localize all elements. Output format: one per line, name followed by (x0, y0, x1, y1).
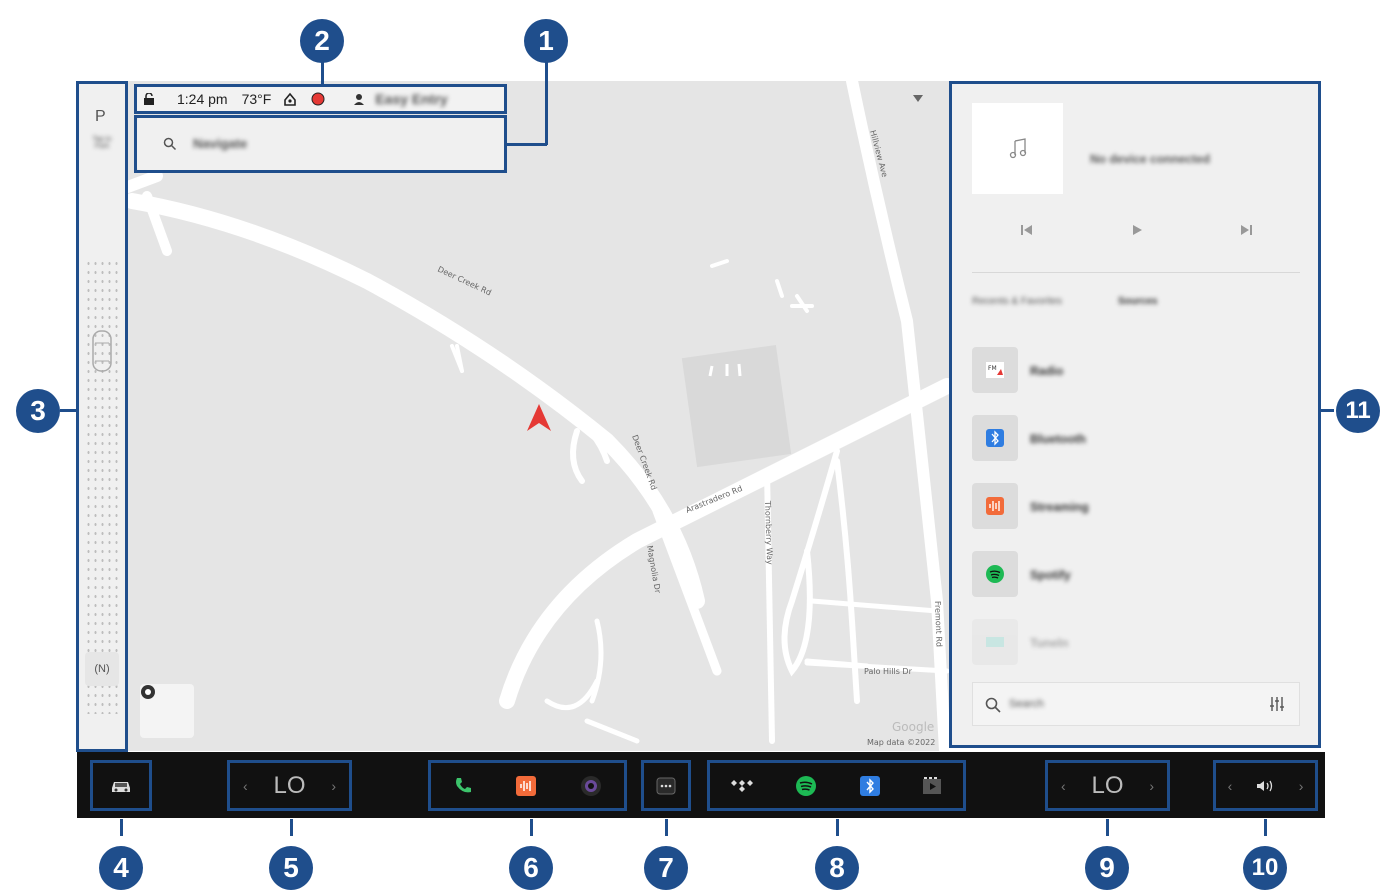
chevron-right-icon[interactable]: › (1299, 778, 1304, 794)
callout-leader (290, 819, 293, 836)
callout-leader (530, 819, 533, 836)
camera-icon[interactable] (580, 775, 602, 797)
map-settings-button[interactable] (140, 684, 194, 738)
chevron-left-icon[interactable]: ‹ (1228, 778, 1233, 794)
highlight-status-bar (134, 84, 507, 114)
more-apps-button[interactable] (641, 760, 691, 811)
map-attribution: Map data ©2022 (867, 738, 935, 747)
callout-leader (60, 409, 77, 412)
callout-2: 2 (300, 19, 344, 63)
callout-3: 3 (16, 389, 60, 433)
callout-11: 11 (1336, 389, 1380, 433)
street-label: Palo Hills Dr (864, 667, 913, 676)
car-icon (112, 781, 130, 792)
chevron-right-icon[interactable]: › (331, 778, 336, 794)
highlight-left-strip (76, 81, 128, 752)
tidal-icon[interactable] (731, 778, 754, 794)
callout-leader (836, 819, 839, 836)
car-button[interactable] (90, 760, 152, 811)
street-label: Thornberry Way (763, 500, 774, 565)
map-roads: Deer Creek Rd Deer Creek Rd Arastradero … (111, 81, 950, 751)
wifi-icon (913, 95, 923, 102)
map-provider-logo: Google (892, 720, 934, 734)
callout-5: 5 (269, 846, 313, 890)
passenger-temp-value: LO (1091, 771, 1124, 799)
passenger-temperature-control[interactable]: ‹ LO › (1045, 760, 1170, 811)
streaming-icon[interactable] (516, 775, 537, 796)
street-label: Fremont Rd (933, 601, 944, 647)
map-options-icon (141, 685, 155, 699)
spotify-icon[interactable] (795, 775, 817, 797)
recent-apps-tray (707, 760, 966, 811)
callout-leader (120, 819, 123, 836)
street-label: Magnolia Dr (645, 545, 662, 595)
callout-leader (505, 143, 547, 146)
callout-leader (1264, 819, 1267, 836)
callout-4: 4 (99, 846, 143, 890)
driver-temperature-control[interactable]: ‹ LO › (227, 760, 352, 811)
map-view[interactable]: Deer Creek Rd Deer Creek Rd Arastradero … (77, 81, 950, 751)
volume-control[interactable]: ‹ › (1213, 760, 1318, 811)
callout-7: 7 (644, 846, 688, 890)
bluetooth-icon[interactable] (859, 775, 880, 796)
street-label: Deer Creek Rd (436, 265, 493, 298)
phone-icon[interactable] (453, 776, 473, 796)
callout-10: 10 (1243, 846, 1287, 890)
callout-leader (545, 60, 548, 145)
callout-leader (665, 819, 668, 836)
chevron-left-icon[interactable]: ‹ (1061, 778, 1066, 794)
callout-leader (1106, 819, 1109, 836)
driver-temp-value: LO (273, 771, 306, 799)
highlight-media-panel (949, 81, 1321, 748)
callout-6: 6 (509, 846, 553, 890)
callout-1: 1 (524, 19, 568, 63)
chevron-left-icon[interactable]: ‹ (243, 778, 248, 794)
highlight-search (134, 115, 507, 173)
chevron-right-icon[interactable]: › (1149, 778, 1154, 794)
app-launcher-tray (428, 760, 627, 811)
more-dots-icon (656, 777, 676, 794)
speaker-icon (1256, 780, 1272, 791)
theater-icon[interactable] (922, 776, 942, 796)
callout-9: 9 (1085, 846, 1129, 890)
callout-8: 8 (815, 846, 859, 890)
callout-leader (321, 60, 324, 86)
callout-leader (1320, 409, 1334, 412)
